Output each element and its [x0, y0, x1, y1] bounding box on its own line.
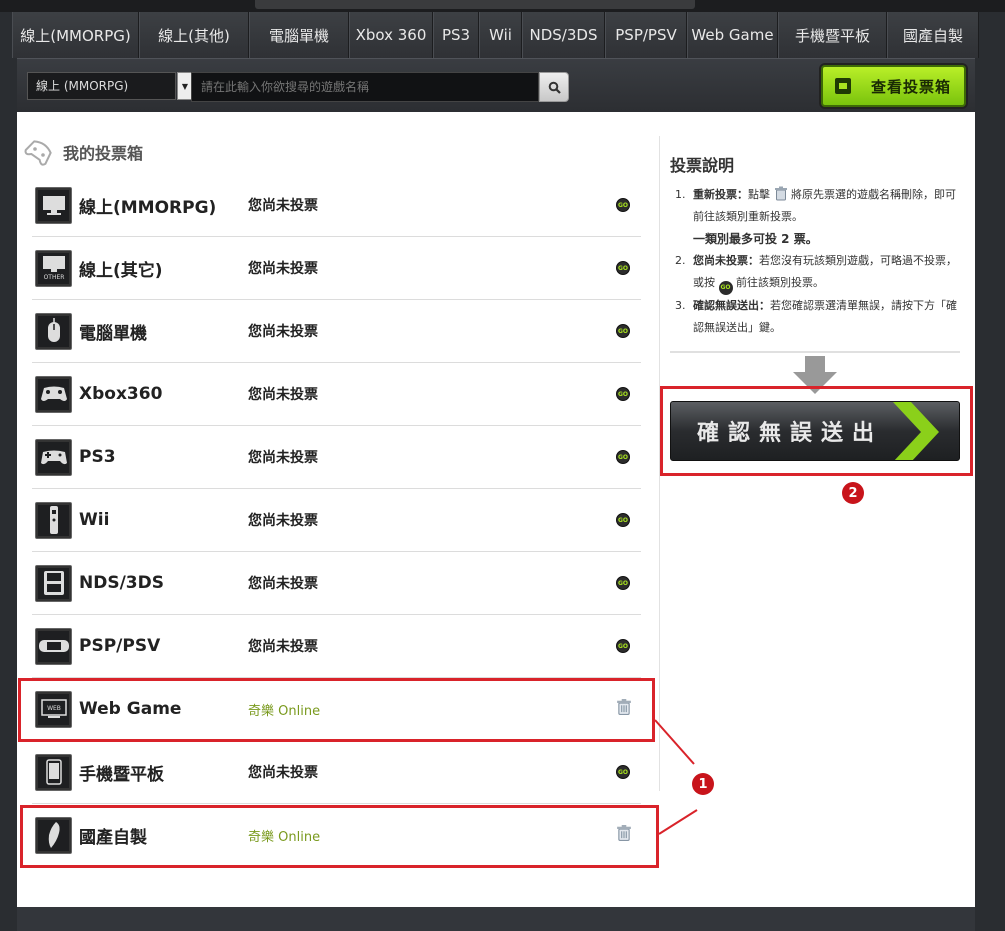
annotation-badge-2: 2	[842, 482, 864, 504]
monitor-icon	[35, 186, 72, 224]
vote-row: 電腦單機 您尚未投票 GO	[32, 300, 641, 363]
ballot-box-icon	[835, 78, 851, 94]
mouse-icon	[35, 312, 72, 350]
highlight-web-game	[18, 678, 655, 742]
vote-status: 您尚未投票	[248, 639, 318, 655]
instruction-item-2: 2. 您尚未投票：若您沒有玩該類別遊戲，可略過不投票，或按 GO 前往該類別投票…	[675, 250, 961, 295]
view-vote-box-label: 查看投票箱	[871, 77, 952, 96]
go-icon[interactable]: GO	[616, 198, 630, 212]
go-icon[interactable]: GO	[616, 261, 630, 275]
search-icon	[548, 81, 561, 94]
trash-icon	[774, 186, 787, 201]
instruction-item-1: 1. 重新投票：點擊 將原先票選的遊戲名稱刪除，即可前往該類別重新投票。	[675, 186, 956, 223]
psp-icon	[35, 627, 72, 665]
vote-row: Wii 您尚未投票 GO	[32, 489, 641, 552]
category-name: 線上(其它)	[79, 260, 163, 281]
view-vote-box-button[interactable]: 查看投票箱	[821, 65, 966, 107]
tab-mmorpg[interactable]: 線上(MMORPG)	[12, 12, 139, 58]
go-icon[interactable]: GO	[616, 513, 630, 527]
go-icon[interactable]: GO	[616, 450, 630, 464]
search-bar: 線上 (MMORPG) ▼ 查看投票箱	[17, 58, 975, 112]
instructions-title: 投票說明	[670, 156, 735, 175]
tab-mobile[interactable]: 手機暨平板	[778, 12, 887, 58]
category-select[interactable]: 線上 (MMORPG)	[27, 72, 176, 100]
vote-limit-note: 一類別最多可投 2 票。	[693, 232, 818, 246]
category-nav: 線上(MMORPG) 線上(其他) 電腦單機 Xbox 360 PS3 Wii …	[12, 12, 979, 58]
vote-status: 您尚未投票	[248, 261, 318, 277]
instructions-list: 1. 重新投票：點擊 將原先票選的遊戲名稱刪除，即可前往該類別重新投票。 一類別…	[675, 184, 961, 339]
instructions-divider	[670, 351, 960, 353]
vote-status: 您尚未投票	[248, 198, 318, 214]
highlight-domestic	[20, 805, 659, 868]
vote-box-title: 我的投票箱	[63, 144, 144, 163]
vote-status: 您尚未投票	[248, 513, 318, 529]
vote-status: 您尚未投票	[248, 576, 318, 592]
category-name: 線上(MMORPG)	[79, 197, 217, 218]
tab-online-other[interactable]: 線上(其他)	[139, 12, 249, 58]
category-name: PSP/PSV	[79, 636, 161, 656]
vote-row: OTHER 線上(其它) 您尚未投票 GO	[32, 237, 641, 300]
top-strip	[0, 0, 1005, 12]
category-name: 電腦單機	[79, 323, 147, 344]
go-icon[interactable]: GO	[616, 639, 630, 653]
vote-row: 手機暨平板 您尚未投票 GO	[32, 741, 641, 804]
vote-status: 您尚未投票	[248, 765, 318, 781]
ps-controller-icon	[35, 438, 72, 476]
go-icon[interactable]: GO	[616, 576, 630, 590]
tab-psp-psv[interactable]: PSP/PSV	[605, 12, 687, 58]
tab-web-game[interactable]: Web Game	[687, 12, 778, 58]
category-name: Xbox360	[79, 384, 163, 404]
tab-ps3[interactable]: PS3	[433, 12, 479, 58]
category-name: NDS/3DS	[79, 573, 164, 593]
vote-row: PS3 您尚未投票 GO	[32, 426, 641, 489]
tab-domestic[interactable]: 國產自製	[887, 12, 979, 58]
vote-row: PSP/PSV 您尚未投票 GO	[32, 615, 641, 678]
category-name: Wii	[79, 510, 110, 530]
highlight-confirm	[660, 386, 973, 476]
vote-row: 線上(MMORPG) 您尚未投票 GO	[32, 174, 641, 237]
vote-box-header: 我的投票箱	[23, 136, 143, 168]
vote-row: NDS/3DS 您尚未投票 GO	[32, 552, 641, 615]
svg-text:OTHER: OTHER	[43, 274, 64, 281]
go-icon[interactable]: GO	[616, 324, 630, 338]
vote-status: 您尚未投票	[248, 324, 318, 340]
annotation-badge-1: 1	[692, 773, 714, 795]
vote-row: Xbox360 您尚未投票 GO	[32, 363, 641, 426]
wii-remote-icon	[35, 501, 72, 539]
footer-bar	[17, 907, 975, 931]
go-icon[interactable]: GO	[616, 765, 630, 779]
gamepad-icon	[35, 375, 72, 413]
tab-pc[interactable]: 電腦單機	[249, 12, 349, 58]
go-icon[interactable]: GO	[616, 387, 630, 401]
nds-icon	[35, 564, 72, 602]
search-button[interactable]	[539, 72, 569, 102]
tab-xbox360[interactable]: Xbox 360	[349, 12, 433, 58]
search-input[interactable]	[191, 72, 539, 102]
instruction-item-3: 3. 確認無誤送出：若您確認票選清單無誤，請按下方「確認無誤送出」鍵。	[675, 299, 957, 334]
category-name: PS3	[79, 447, 116, 467]
tab-wii[interactable]: Wii	[479, 12, 522, 58]
tab-nds3ds[interactable]: NDS/3DS	[522, 12, 605, 58]
main-panel: 我的投票箱 線上(MMORPG) 您尚未投票 GO OTHER 線上(其它) 您尚未投票 G…	[17, 112, 975, 907]
category-name: 手機暨平板	[79, 764, 164, 785]
phone-icon	[35, 753, 72, 791]
go-icon: GO	[718, 281, 733, 295]
vote-status: 您尚未投票	[248, 387, 318, 403]
monitor-other-icon: OTHER	[35, 249, 72, 287]
vote-status: 您尚未投票	[248, 450, 318, 466]
top-banner-fragment	[255, 0, 695, 9]
gamepad-outline-icon	[24, 140, 52, 166]
